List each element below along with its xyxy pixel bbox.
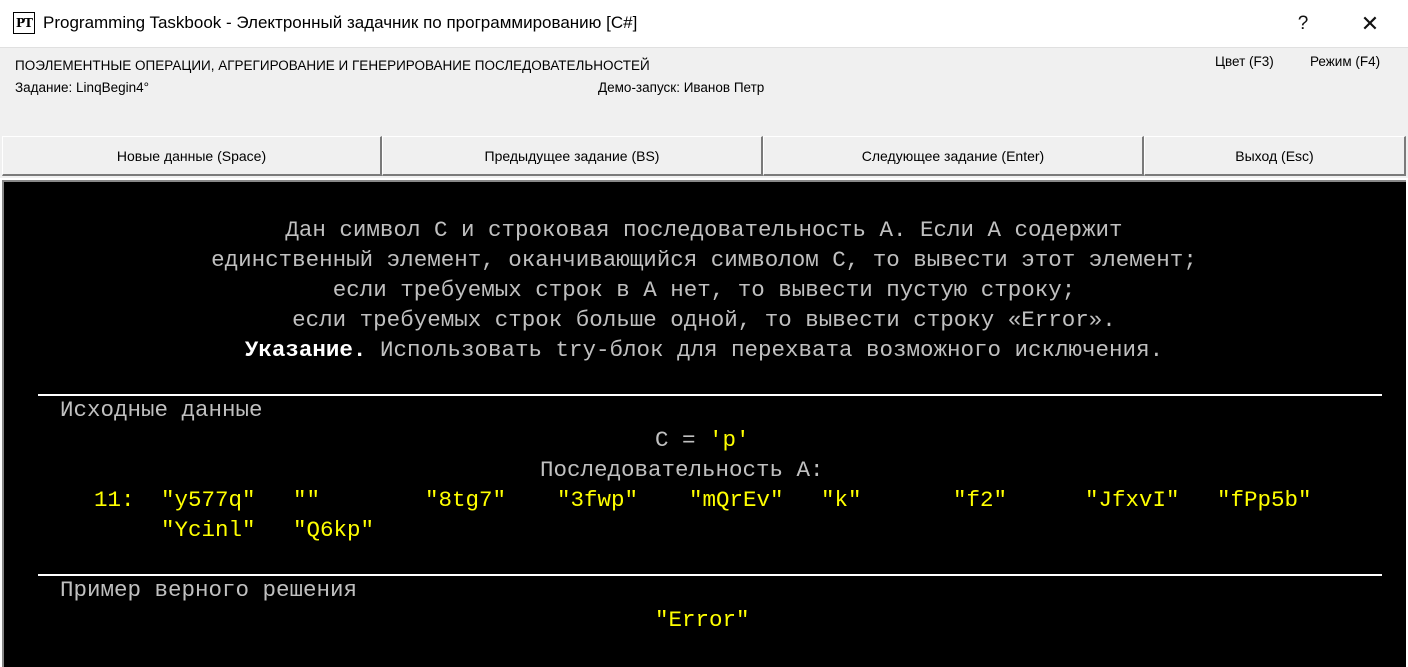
task-console: Дан символ C и строковая последовательно… (2, 180, 1406, 667)
mode-toggle[interactable]: Режим (F4) (1310, 54, 1380, 69)
app-icon: PT (13, 12, 35, 34)
output-result: "Error" (655, 607, 750, 633)
new-data-button[interactable]: Новые данные (Space) (2, 136, 382, 176)
close-icon[interactable]: ✕ (1347, 0, 1393, 47)
c-value-line: C = 'p' (655, 427, 750, 453)
title-bar: PT Programming Taskbook - Электронный за… (0, 0, 1408, 47)
next-task-button[interactable]: Следующее задание (Enter) (763, 136, 1144, 176)
c-value: 'p' (709, 427, 750, 453)
section-title: ПОЭЛЕМЕНТНЫЕ ОПЕРАЦИИ, АГРЕГИРОВАНИЕ И Г… (15, 58, 650, 73)
c-label: C = (655, 427, 710, 453)
task-name: Задание: LinqBegin4° (15, 80, 150, 95)
task-header: ПОЭЛЕМЕНТНЫЕ ОПЕРАЦИИ, АГРЕГИРОВАНИЕ И Г… (0, 47, 1408, 132)
task-hint: Указание. Использовать try-блок для пере… (4, 337, 1404, 363)
sequence-item: "fPp5b" (1217, 487, 1312, 513)
sequence-item: "k" (821, 487, 862, 513)
sequence-item: "y577q" (161, 487, 256, 513)
sequence-label: Последовательность A: (540, 457, 824, 483)
output-section-title: Пример верного решения (60, 577, 358, 603)
sequence-item: "mQrEv" (689, 487, 784, 513)
sequence-count: 11: (94, 487, 135, 513)
prev-task-button[interactable]: Предыдущее задание (BS) (382, 136, 763, 176)
exit-button[interactable]: Выход (Esc) (1144, 136, 1406, 176)
input-section-title: Исходные данные (60, 397, 263, 423)
sequence-item: "3fwp" (557, 487, 639, 513)
button-bar: Новые данные (Space) Предыдущее задание … (0, 131, 1408, 178)
hint-label: Указание. (244, 337, 367, 363)
task-line-4: если требуемых строк больше одной, то вы… (292, 307, 1116, 333)
help-icon[interactable]: ? (1280, 0, 1326, 47)
color-toggle[interactable]: Цвет (F3) (1215, 54, 1274, 69)
sequence-item: "8tg7" (425, 487, 507, 513)
hint-text: Использовать try-блок для перехвата возм… (366, 337, 1164, 363)
demo-run-label: Демо-запуск: Иванов Петр (598, 80, 765, 95)
sequence-item: "f2" (953, 487, 1008, 513)
window-title: Programming Taskbook - Электронный задач… (43, 13, 638, 32)
task-line-2: единственный элемент, оканчивающийся сим… (211, 247, 1197, 273)
task-line-1: Дан символ C и строковая последовательно… (285, 217, 1123, 243)
task-line-3: если требуемых строк в A нет, то вывести… (332, 277, 1076, 303)
sequence-item: "Ycinl" (161, 517, 256, 543)
sequence-item: "" (293, 487, 321, 513)
sequence-item: "JfxvI" (1085, 487, 1180, 513)
sequence-item: "Q6kp" (293, 517, 375, 543)
divider (38, 394, 1382, 396)
divider (38, 574, 1382, 576)
